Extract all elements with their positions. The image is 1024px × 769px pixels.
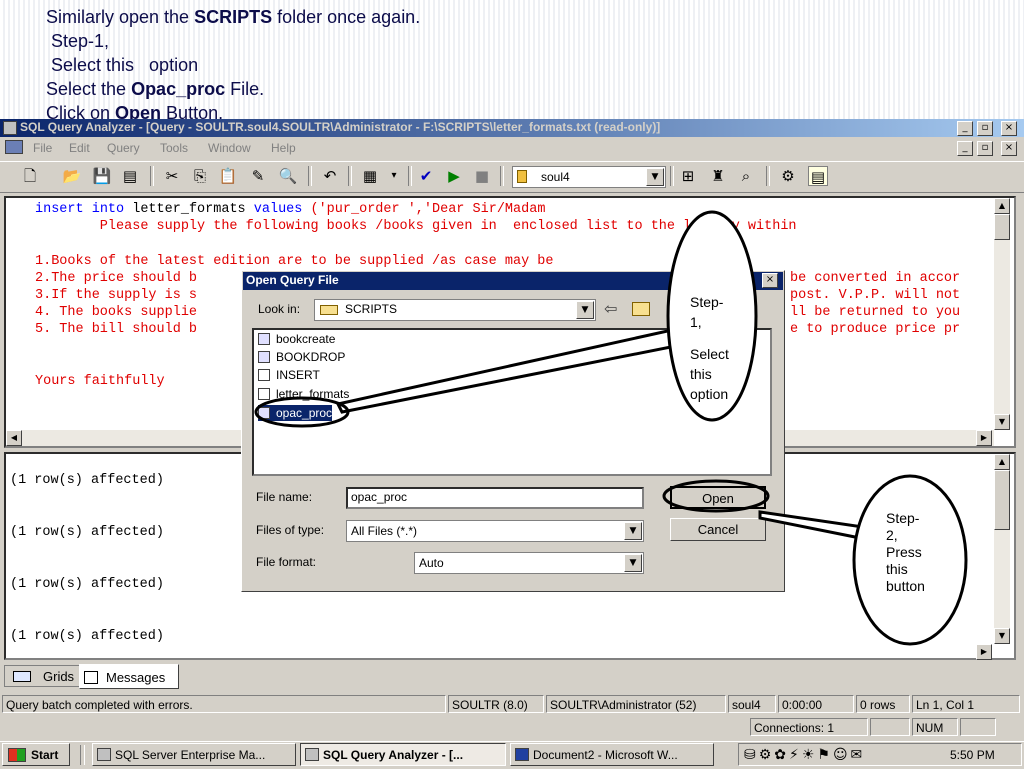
open-button-highlight-ellipse	[662, 479, 770, 513]
annotation-overlay	[254, 210, 968, 646]
step2-callout-text: Step- 2, Press this button	[886, 510, 925, 594]
opac-proc-highlight-ellipse	[254, 396, 350, 428]
step1-callout-text: Step- 1, Select this option	[690, 294, 729, 402]
step1-arrow	[335, 328, 678, 414]
step2-arrow	[758, 510, 872, 542]
